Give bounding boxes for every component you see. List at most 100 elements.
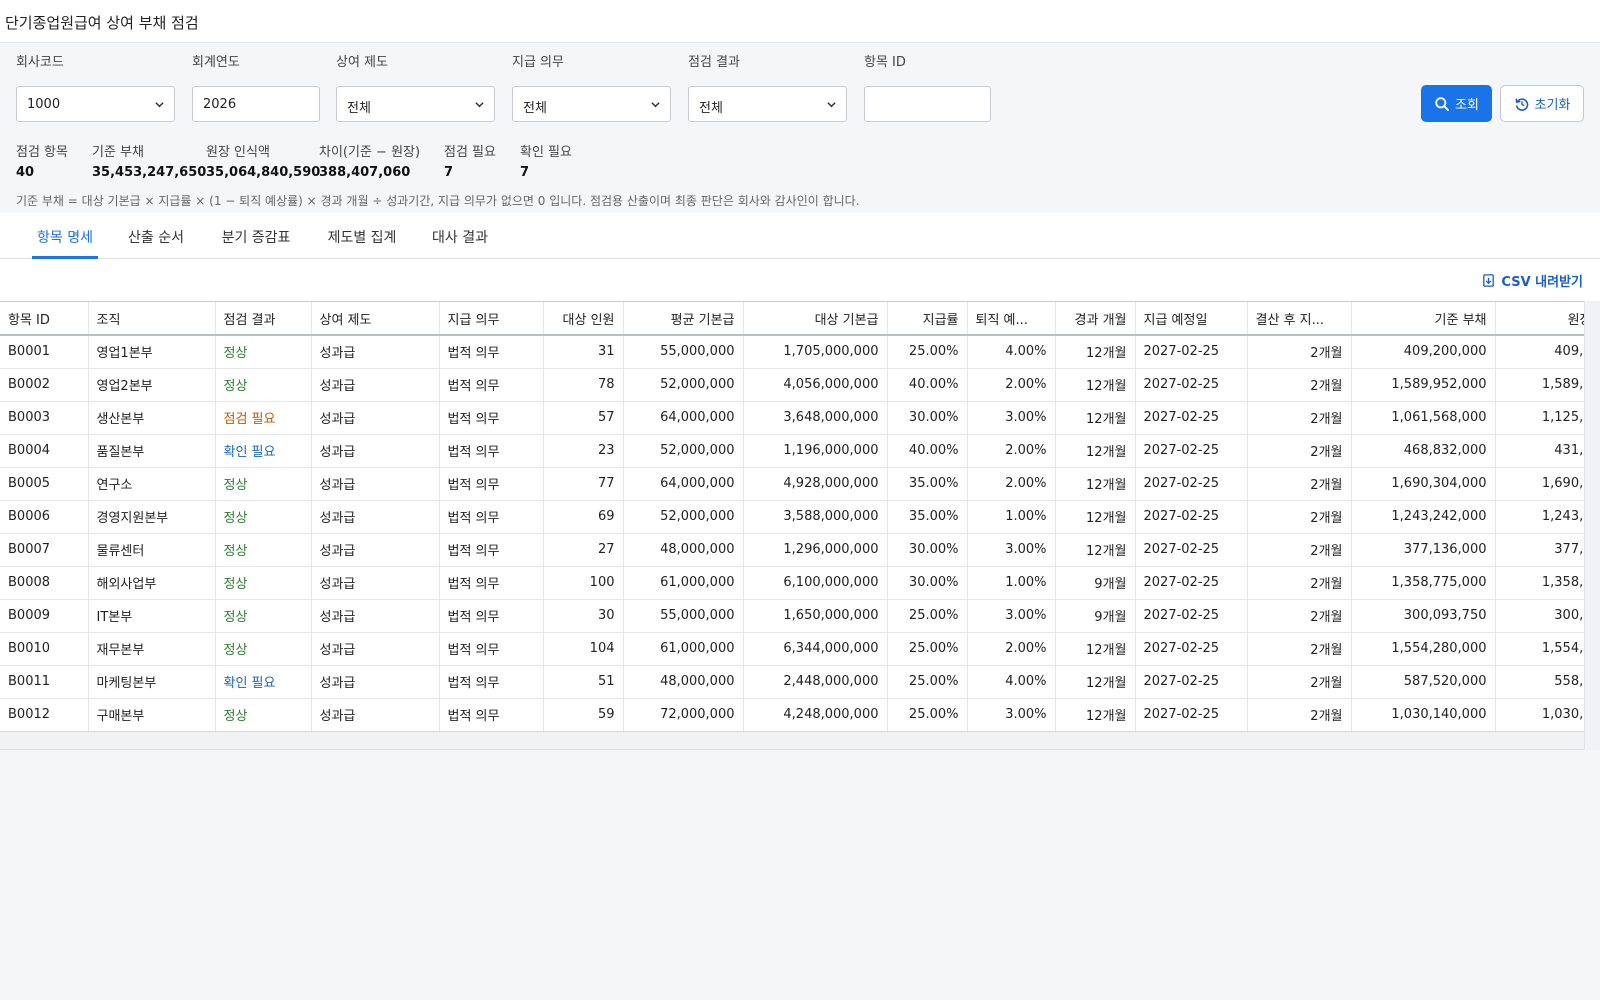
tab-item-spec[interactable]: 항목 명세 (32, 213, 98, 259)
table-cell: 12개월 (1055, 434, 1136, 468)
company-select[interactable]: 1000 (16, 86, 175, 122)
column-header[interactable]: 대상 인원 (543, 302, 624, 336)
table-cell: 2개월 (1247, 335, 1352, 369)
table-cell: 377,1 (1495, 533, 1584, 567)
summary-value: 7 (444, 165, 454, 180)
table-cell: 25.00% (887, 698, 968, 731)
tab-quarterly-changes[interactable]: 분기 증감표 (216, 213, 296, 259)
content-panel: CSV 내려받기 항목 ID 조직 점검 결과 상여 제도 지급 의무 대상 인… (0, 259, 1600, 750)
table-cell: 재무본부 (88, 632, 216, 666)
data-table: 항목 ID 조직 점검 결과 상여 제도 지급 의무 대상 인원 평균 기본급 … (0, 302, 1584, 731)
table-cell: 4,248,000,000 (743, 698, 888, 731)
obligation-value: 전체 (523, 101, 547, 116)
table-cell: 2.00% (967, 368, 1056, 402)
table-cell: 35.00% (887, 500, 968, 534)
tab-reconciliation[interactable]: 대사 결과 (428, 213, 492, 259)
table-cell: 법적 의무 (439, 368, 544, 402)
column-header[interactable]: 지급 의무 (439, 302, 544, 336)
table-cell: 성과급 (311, 401, 440, 435)
table-row[interactable]: B0006 경영지원본부 정상 성과급 법적 의무 69 52,000,000 3,588,0… (0, 500, 1584, 534)
csv-download-button[interactable]: CSV 내려받기 (1481, 271, 1583, 290)
table-cell: 409,2 (1495, 335, 1584, 369)
column-header[interactable]: 평균 기본급 (623, 302, 744, 336)
table-cell: 558,1 (1495, 665, 1584, 699)
table-row[interactable]: B0004 품질본부 확인 필요 성과급 법적 의무 23 52,000,000 1,196,… (0, 434, 1584, 468)
table-cell: 30 (543, 599, 624, 633)
column-header[interactable]: 경과 개월 (1055, 302, 1136, 336)
summary-value: 40 (16, 165, 35, 180)
table-row[interactable]: B0010 재무본부 정상 성과급 법적 의무 104 61,000,000 6,344,00… (0, 632, 1584, 666)
table-cell: 52,000,000 (623, 368, 744, 402)
scheme-select[interactable]: 전체 (336, 86, 495, 122)
table-row[interactable]: B0009 IT본부 정상 성과급 법적 의무 30 55,000,000 1,650,000… (0, 599, 1584, 633)
column-header[interactable]: 상여 제도 (311, 302, 440, 336)
table-cell: 법적 의무 (439, 434, 544, 468)
table-cell: 61,000,000 (623, 566, 744, 600)
item-id-input[interactable] (864, 86, 991, 122)
status-cell: 정상 (215, 335, 312, 369)
table-cell: 468,832,000 (1351, 434, 1496, 468)
tab-scheme-summary[interactable]: 제도별 집계 (322, 213, 402, 259)
chevron-down-icon (155, 102, 164, 108)
table-row[interactable]: B0002 영업2본부 정상 성과급 법적 의무 78 52,000,000 4,056,00… (0, 368, 1584, 402)
column-header[interactable]: 지급률 (887, 302, 968, 336)
download-icon (1483, 274, 1495, 287)
scheme-value: 전체 (347, 101, 371, 116)
column-header[interactable]: 원장 (1495, 302, 1584, 336)
table-cell: 30.00% (887, 401, 968, 435)
tab-calc-order[interactable]: 산출 순서 (124, 213, 188, 259)
column-header[interactable]: 대상 기본급 (743, 302, 888, 336)
table-cell: 1,650,000,000 (743, 599, 888, 633)
table-cell: 377,136,000 (1351, 533, 1496, 567)
summary-label: 확인 필요 (520, 145, 572, 160)
vertical-scrollbar[interactable] (1584, 301, 1600, 750)
item-id-label: 항목 ID (864, 55, 906, 70)
table-cell: 4.00% (967, 665, 1056, 699)
table-row[interactable]: B0005 연구소 정상 성과급 법적 의무 77 64,000,000 4,928,000,… (0, 467, 1584, 501)
status-cell: 정상 (215, 533, 312, 567)
summary-item: 점검 항목 40 (16, 141, 68, 180)
table-row[interactable]: B0012 구매본부 정상 성과급 법적 의무 59 72,000,000 4,248,000… (0, 698, 1584, 731)
result-select[interactable]: 전체 (688, 86, 847, 122)
table-row[interactable]: B0003 생산본부 점검 필요 성과급 법적 의무 57 64,000,000 3,648,… (0, 401, 1584, 435)
table-row[interactable]: B0008 해외사업부 정상 성과급 법적 의무 100 61,000,000 6,100,0… (0, 566, 1584, 600)
result-label: 점검 결과 (688, 55, 740, 70)
chevron-down-icon (827, 102, 836, 108)
status-cell: 확인 필요 (215, 665, 312, 699)
obligation-select[interactable]: 전체 (512, 86, 671, 122)
year-input[interactable]: 2026 (192, 86, 320, 122)
reset-button[interactable]: 초기화 (1500, 85, 1584, 122)
column-header[interactable]: 항목 ID (0, 302, 89, 336)
summary-value: 7 (520, 165, 530, 180)
search-button[interactable]: 조회 (1421, 85, 1492, 122)
summary-label: 점검 필요 (444, 145, 496, 160)
table-cell: 성과급 (311, 335, 440, 369)
table-cell: 성과급 (311, 665, 440, 699)
table-cell: 경영지원본부 (88, 500, 216, 534)
filter-item-id: 항목 ID (864, 51, 991, 122)
column-header[interactable]: 퇴직 예... (967, 302, 1056, 336)
column-header[interactable]: 기준 부채 (1351, 302, 1496, 336)
table-cell: 12개월 (1055, 665, 1136, 699)
table-cell: 300,093,750 (1351, 599, 1496, 633)
summary-value: 388,407,060 (319, 165, 411, 180)
company-label: 회사코드 (16, 55, 64, 70)
table-cell: 성과급 (311, 467, 440, 501)
column-header[interactable]: 점검 결과 (215, 302, 312, 336)
table-row[interactable]: B0007 물류센터 정상 성과급 법적 의무 27 48,000,000 1,296,000… (0, 533, 1584, 567)
column-header[interactable]: 결산 후 지... (1247, 302, 1352, 336)
table-cell: 법적 의무 (439, 500, 544, 534)
table-cell: 2027-02-25 (1135, 599, 1248, 633)
summary-label: 기준 부채 (92, 145, 144, 160)
result-value: 전체 (699, 101, 723, 116)
filter-scheme: 상여 제도 전체 (336, 51, 495, 122)
table-cell: B0010 (0, 632, 89, 666)
table-row[interactable]: B0001 영업1본부 정상 성과급 법적 의무 31 55,000,000 1,705,00… (0, 335, 1584, 369)
table-cell: 2개월 (1247, 434, 1352, 468)
table-cell: 12개월 (1055, 533, 1136, 567)
horizontal-scrollbar[interactable] (0, 731, 1584, 749)
table-row[interactable]: B0011 마케팅본부 확인 필요 성과급 법적 의무 51 48,000,000 2,448… (0, 665, 1584, 699)
column-header[interactable]: 지급 예정일 (1135, 302, 1248, 336)
column-header[interactable]: 조직 (88, 302, 216, 336)
table-cell: 57 (543, 401, 624, 435)
